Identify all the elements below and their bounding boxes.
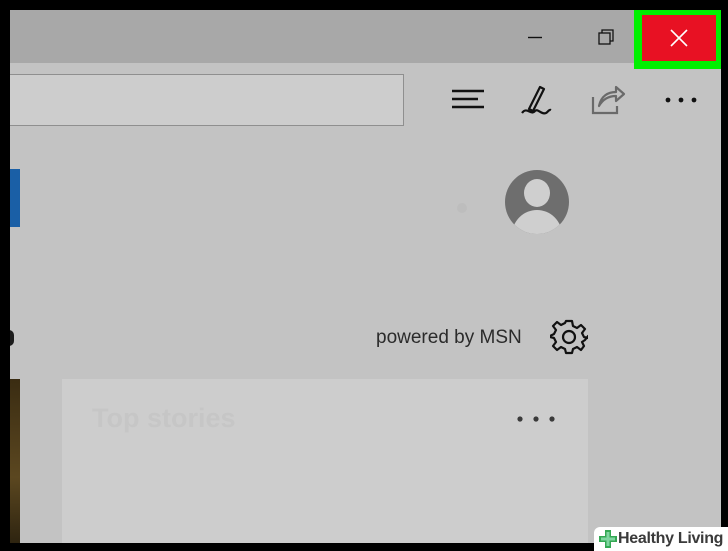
title-bar — [10, 10, 721, 69]
avatar-body — [512, 210, 562, 234]
feed-settings-button[interactable] — [548, 318, 590, 356]
address-bar[interactable] — [10, 74, 404, 126]
share-icon — [591, 85, 626, 115]
restore-icon — [598, 28, 614, 45]
browser-toolbar — [10, 63, 721, 133]
card-title: Top stories — [92, 403, 236, 433]
left-edge-image — [10, 379, 20, 543]
watermark-badge: Healthy Living — [594, 527, 728, 551]
powered-by-label: powered by MSN — [376, 327, 522, 348]
more-button[interactable] — [661, 82, 701, 118]
hub-icon — [452, 89, 484, 109]
watermark-text: Healthy Living — [618, 530, 724, 547]
close-button-highlight — [634, 10, 721, 69]
web-note-icon — [521, 85, 552, 115]
news-card[interactable]: Top stories — [62, 379, 588, 543]
avatar-head — [524, 179, 550, 207]
close-button[interactable] — [642, 15, 716, 61]
gear-icon — [548, 319, 590, 355]
hub-button[interactable] — [448, 82, 488, 118]
browser-window: powered by MSN Top stories — [10, 10, 721, 543]
minimize-icon — [528, 36, 542, 38]
minimize-button[interactable] — [505, 10, 565, 63]
more-icon — [517, 416, 555, 422]
web-note-button[interactable] — [516, 82, 556, 118]
background-dot — [457, 203, 467, 213]
more-icon — [665, 97, 697, 103]
health-cross-icon — [599, 530, 617, 548]
close-icon — [670, 29, 688, 47]
avatar-icon[interactable] — [505, 170, 569, 234]
card-more-button[interactable] — [514, 409, 558, 429]
left-edge-tile — [10, 169, 20, 227]
left-edge-marker — [10, 330, 14, 346]
restore-button[interactable] — [576, 10, 636, 63]
share-button[interactable] — [588, 82, 628, 118]
